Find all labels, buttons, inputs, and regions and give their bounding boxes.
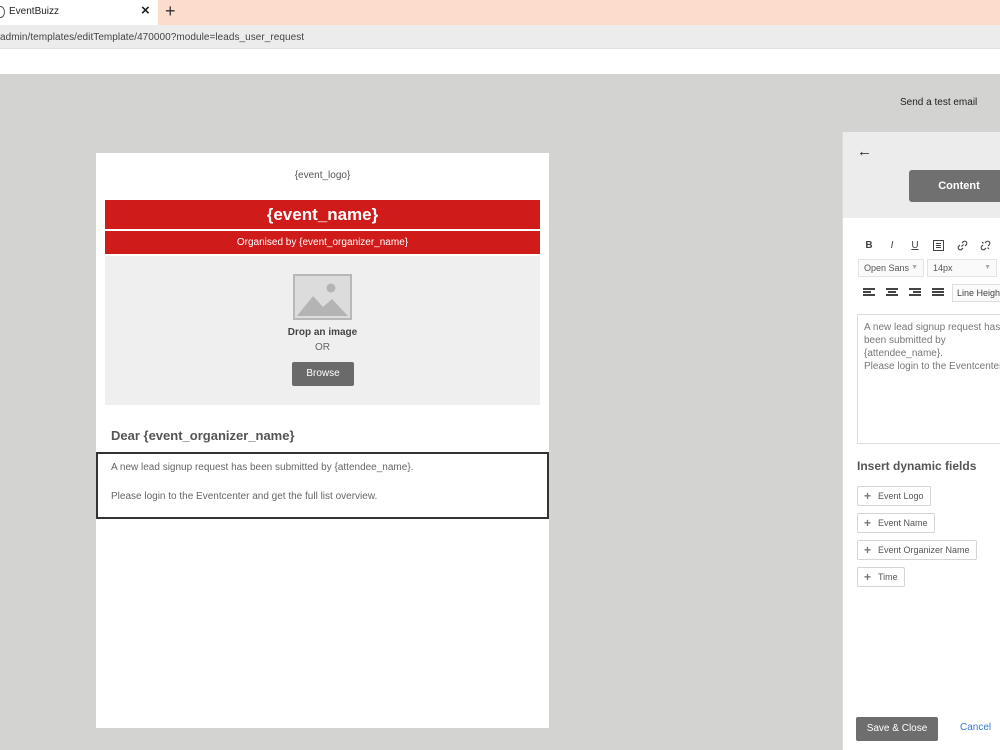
plus-icon: + — [864, 489, 872, 503]
plus-icon: + — [864, 570, 872, 584]
event-logo-placeholder[interactable]: {event_logo} — [96, 170, 549, 181]
browse-button[interactable]: Browse — [292, 362, 354, 386]
link-icon[interactable] — [955, 240, 969, 254]
tab-content[interactable]: Content — [909, 170, 1000, 202]
drop-image-label: Drop an image — [287, 327, 358, 338]
bold-button[interactable]: B — [862, 240, 876, 251]
email-body-block[interactable]: A new lead signup request has been submi… — [96, 452, 549, 519]
align-center-icon[interactable] — [886, 288, 898, 298]
chevron-down-icon: ▼ — [911, 264, 918, 271]
new-tab-icon[interactable]: + — [165, 1, 176, 22]
plus-icon: + — [864, 516, 872, 530]
paragraph-format-icon[interactable] — [931, 240, 945, 254]
arrow-left-icon[interactable]: ← — [857, 143, 872, 160]
tab-title: EventBuizz — [9, 6, 60, 17]
rich-text-editor[interactable]: A new lead signup request has been submi… — [857, 314, 1000, 444]
panel-header: ← Content — [843, 132, 1000, 218]
body-paragraph-2: Please login to the Eventcenter and get … — [111, 491, 378, 502]
align-left-icon[interactable] — [863, 288, 875, 298]
image-dropzone[interactable]: Drop an image OR Browse — [105, 256, 540, 405]
dynamic-field-label: Event Logo — [878, 491, 924, 501]
dynamic-field-time[interactable]: + Time — [857, 567, 905, 587]
email-canvas: {event_logo} {event_name} Organised by {… — [96, 153, 549, 728]
plus-icon: + — [864, 543, 872, 557]
dynamic-field-event-logo[interactable]: + Event Logo — [857, 486, 931, 506]
address-bar[interactable]: admin/templates/editTemplate/470000?modu… — [0, 25, 1000, 49]
event-name-banner[interactable]: {event_name} — [105, 200, 540, 229]
editor-paragraph-1: A new lead signup request has been submi… — [864, 322, 1000, 359]
tab-close-icon[interactable]: × — [141, 2, 150, 19]
save-close-button[interactable]: Save & Close — [856, 717, 938, 741]
bookmark-bar — [0, 49, 1000, 74]
font-size-value: 14px — [933, 263, 953, 273]
line-height-button[interactable]: Line Height — [952, 284, 1000, 302]
body-paragraph-1: A new lead signup request has been submi… — [111, 462, 414, 473]
dynamic-field-event-organizer-name[interactable]: + Event Organizer Name — [857, 540, 977, 560]
italic-button[interactable]: I — [885, 240, 899, 251]
cancel-button[interactable]: Cancel — [960, 722, 991, 733]
image-placeholder-icon — [293, 274, 352, 320]
align-justify-icon[interactable] — [932, 288, 944, 298]
chevron-down-icon: ▼ — [984, 264, 991, 271]
dynamic-field-event-name[interactable]: + Event Name — [857, 513, 935, 533]
unlink-icon[interactable] — [978, 240, 992, 254]
url-text[interactable]: admin/templates/editTemplate/470000?modu… — [0, 32, 304, 43]
properties-panel: ← Content B I U Open Sans ▼ 14px ▼ Line … — [842, 132, 1000, 750]
font-family-value: Open Sans — [864, 263, 910, 273]
dynamic-field-label: Time — [878, 572, 898, 582]
align-right-icon[interactable] — [909, 288, 921, 298]
dynamic-fields-heading: Insert dynamic fields — [857, 459, 977, 473]
organiser-banner[interactable]: Organised by {event_organizer_name} — [105, 231, 540, 254]
underline-button[interactable]: U — [908, 240, 922, 251]
dynamic-field-label: Event Organizer Name — [878, 545, 970, 555]
browser-tab[interactable]: EventBuizz × — [0, 0, 158, 25]
favicon-icon — [0, 6, 5, 18]
greeting-heading[interactable]: Dear {event_organizer_name} — [111, 428, 295, 443]
send-test-email-button[interactable]: Send a test email — [900, 97, 977, 108]
or-label: OR — [315, 342, 330, 353]
browser-tab-bar: EventBuizz × + — [0, 0, 1000, 25]
editor-top-bar — [0, 74, 1000, 132]
editor-paragraph-2: Please login to the Eventcenter and get … — [864, 361, 1000, 372]
dynamic-field-label: Event Name — [878, 518, 928, 528]
font-size-select[interactable]: 14px ▼ — [927, 259, 997, 277]
font-family-select[interactable]: Open Sans ▼ — [858, 259, 924, 277]
